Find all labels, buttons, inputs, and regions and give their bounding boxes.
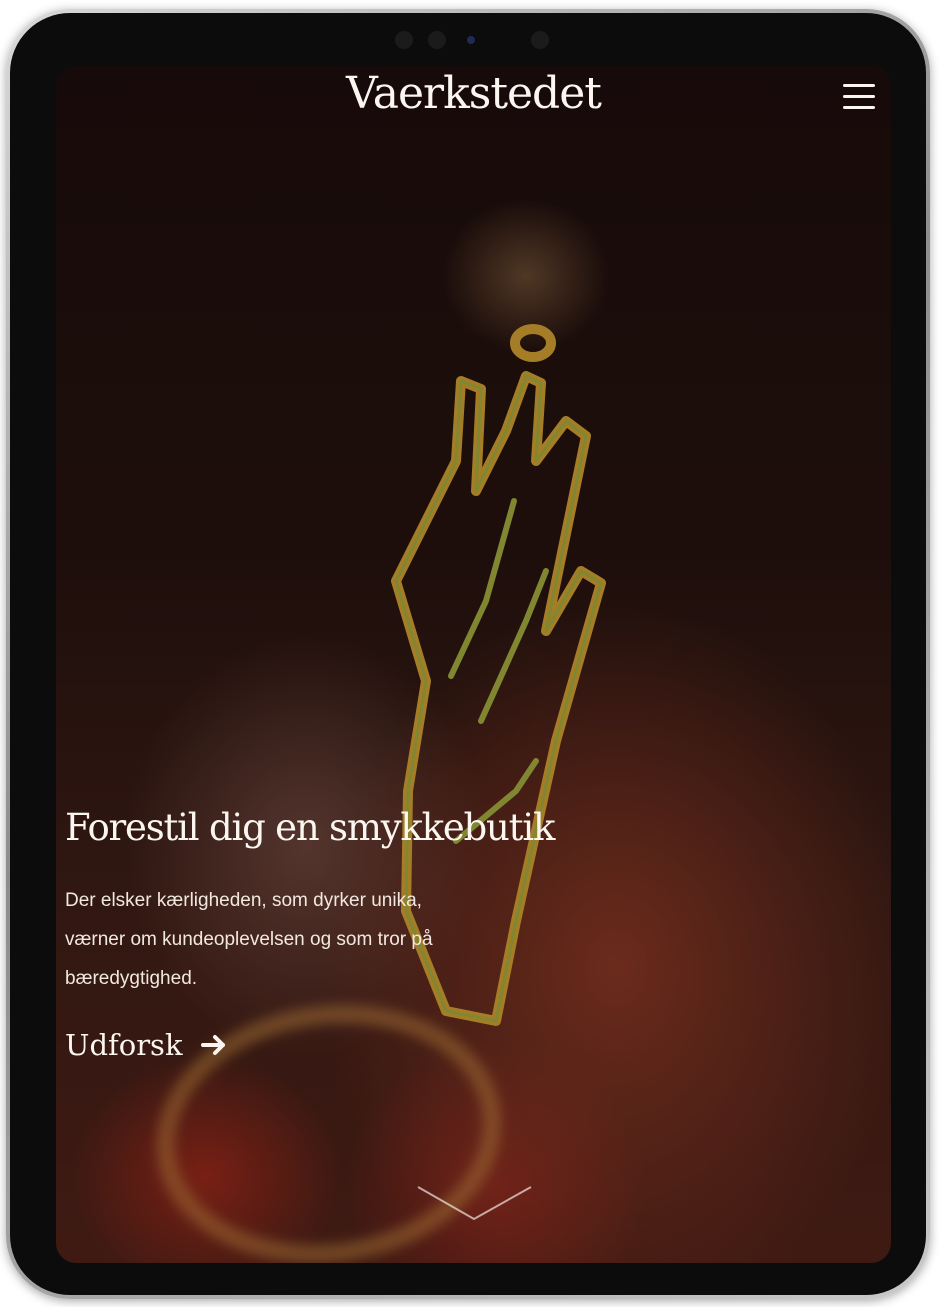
sensor-dot <box>428 31 446 49</box>
menu-bar <box>843 84 875 87</box>
hero-image-overlay <box>56 66 891 1263</box>
site-logo[interactable]: Vaerkstedet <box>56 68 891 119</box>
hero-headline: Forestil dig en smykkebutik <box>65 806 555 849</box>
hamburger-menu-icon[interactable] <box>843 84 875 110</box>
hero-description: Der elsker kærligheden, som dyrker unika… <box>65 890 433 989</box>
chevron-down-icon[interactable] <box>416 1183 533 1223</box>
arrow-right-icon <box>200 1035 225 1055</box>
website-screen: Vaerkstedet Forestil dig en smykkebutik … <box>56 66 891 1263</box>
explore-button[interactable]: Udforsk <box>65 1028 227 1062</box>
explore-label: Udforsk <box>65 1028 183 1062</box>
menu-bar <box>843 95 875 98</box>
tablet-frame: Vaerkstedet Forestil dig en smykkebutik … <box>6 9 930 1299</box>
menu-bar <box>843 106 875 109</box>
camera-icon <box>467 36 475 44</box>
sensor-dot <box>531 31 549 49</box>
sensor-dot <box>395 31 413 49</box>
